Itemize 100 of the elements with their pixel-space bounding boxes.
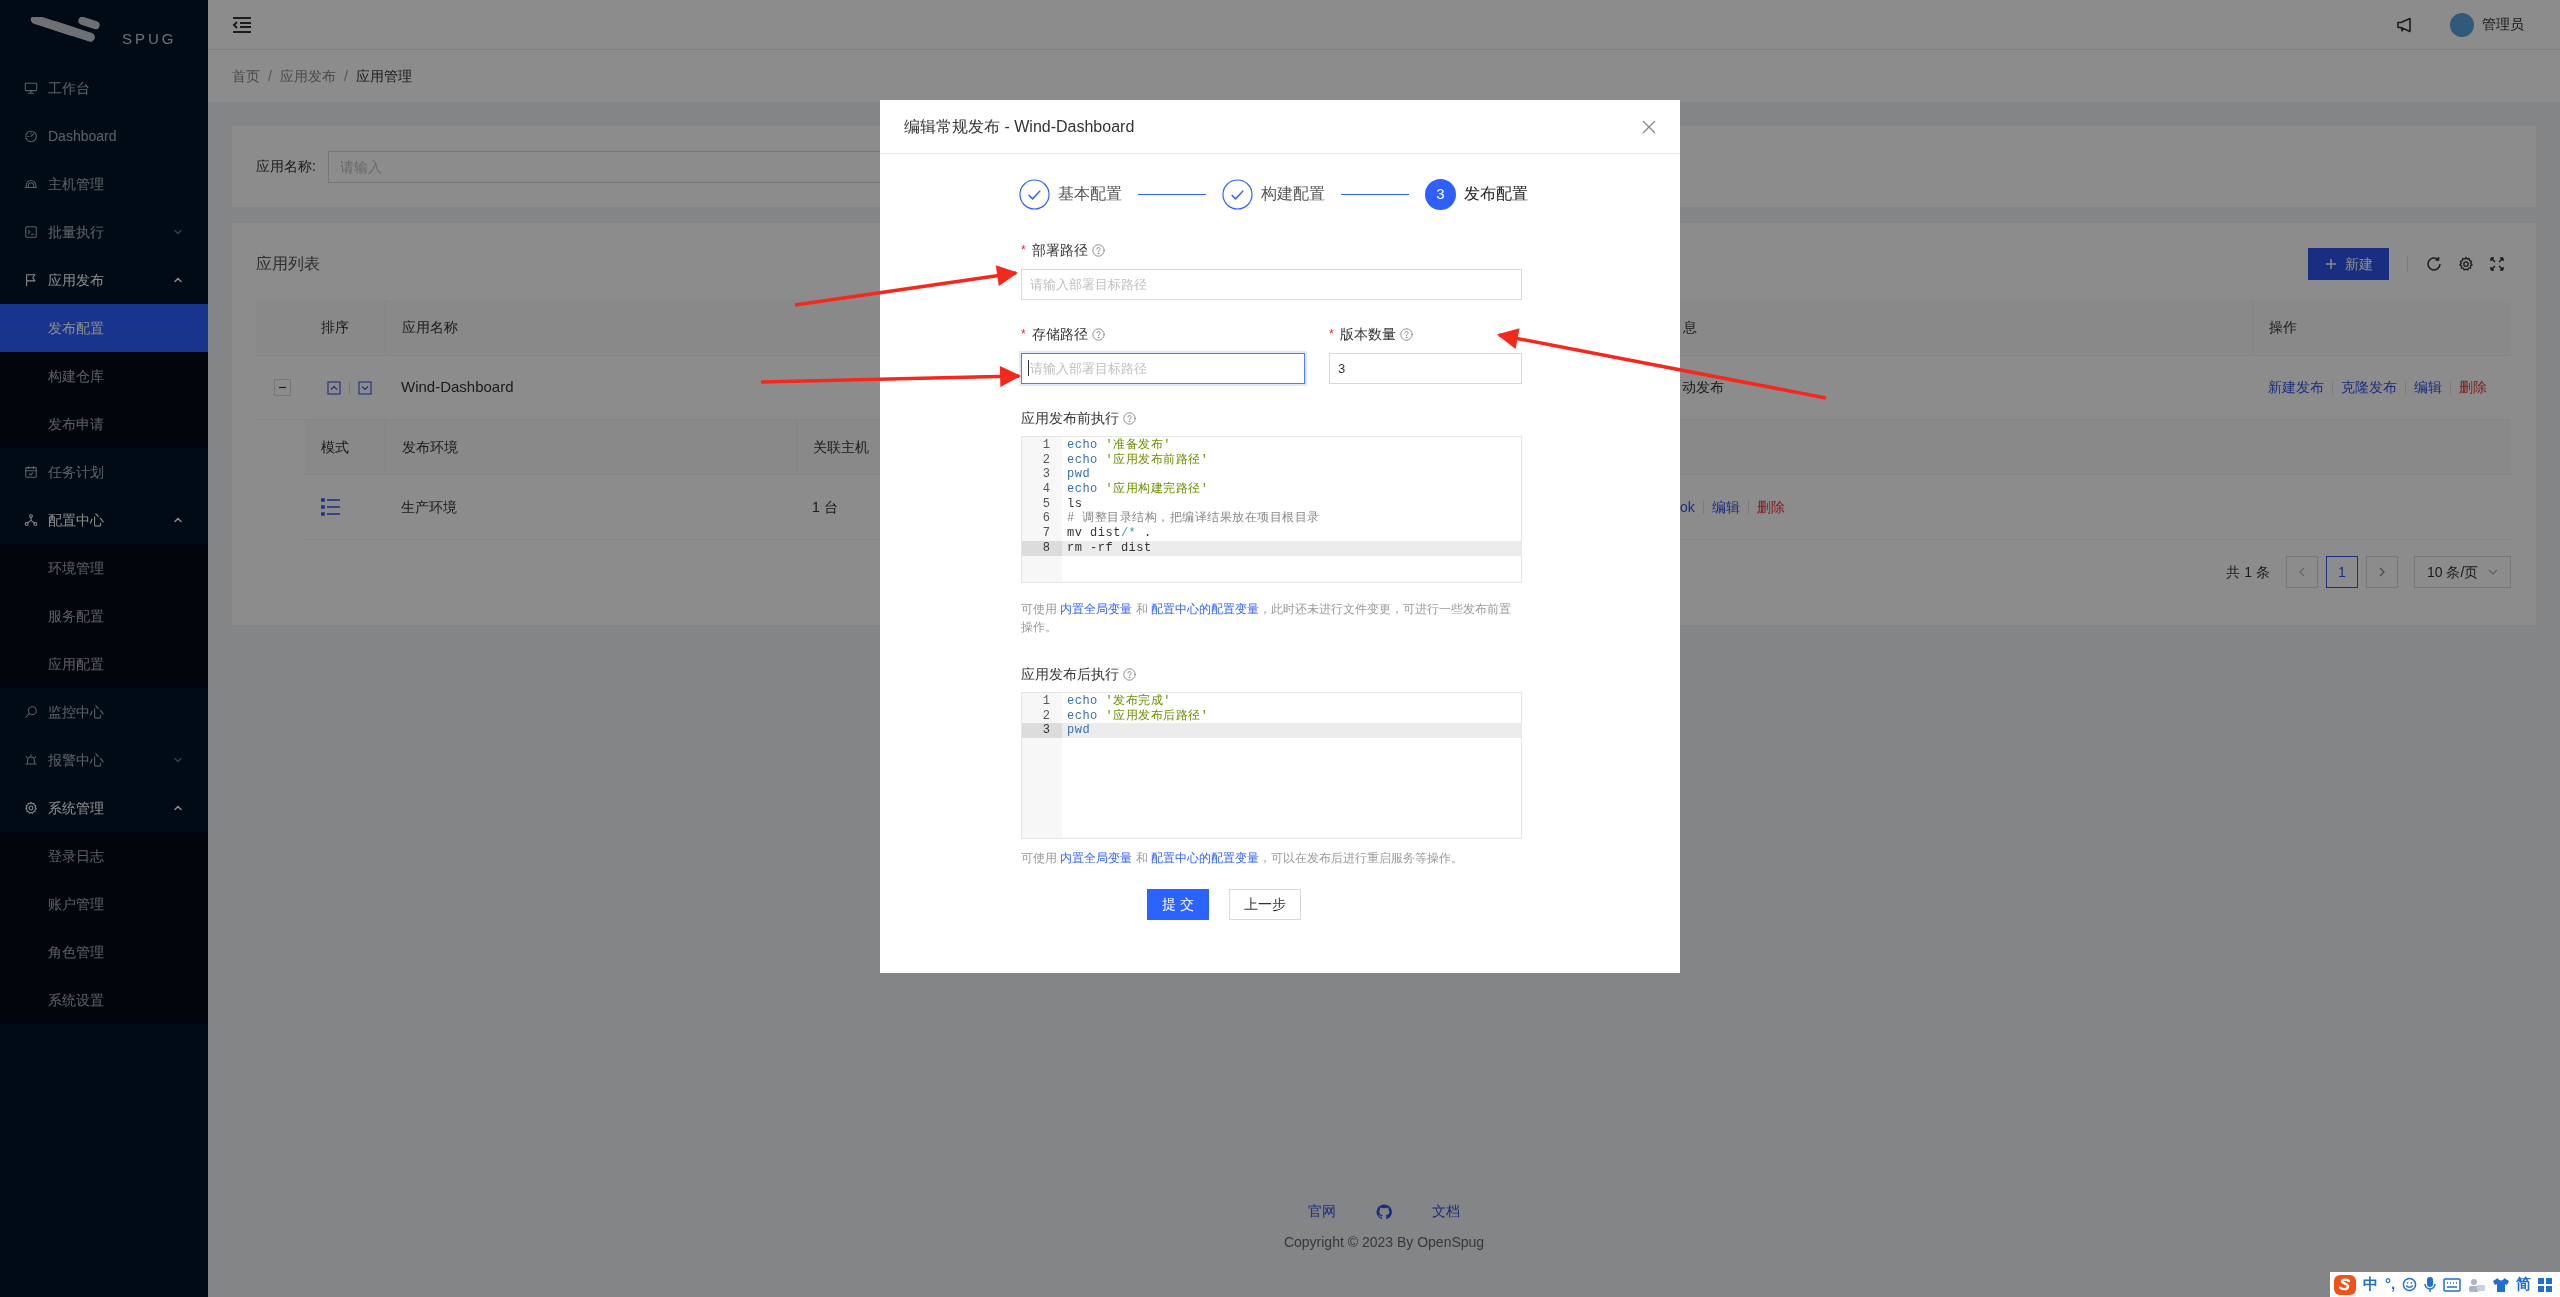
column-header: 应用名称: [402, 318, 458, 337]
line-number: 4: [1041, 482, 1051, 497]
chevron-left-icon: [2297, 567, 2307, 577]
code-line: echo '应用发布前路径': [1066, 452, 1209, 468]
table-cell: 1 台: [812, 498, 838, 515]
menu-item[interactable]: 任务计划: [0, 448, 208, 496]
link[interactable]: 配置中心的配置变量: [1151, 602, 1259, 616]
line-number: 1: [1041, 438, 1051, 453]
menu-item[interactable]: 监控中心: [0, 688, 208, 736]
delete-link[interactable]: 删除: [1756, 496, 1785, 518]
close-icon[interactable]: [1642, 119, 1656, 134]
move-up-icon[interactable]: [327, 380, 341, 395]
breadcrumb-item[interactable]: 应用发布: [279, 65, 336, 87]
footer-link[interactable]: 官网: [1308, 1201, 1336, 1222]
link[interactable]: 内置全局变量: [1060, 602, 1133, 616]
table-cell: 生产环境: [401, 498, 457, 515]
back-button[interactable]: 上一步: [1229, 889, 1301, 920]
table-title: 应用列表: [256, 254, 321, 274]
smiley-icon[interactable]: [2402, 1277, 2418, 1292]
menu-icon[interactable]: [232, 15, 252, 34]
submenu-item[interactable]: 角色管理: [0, 928, 208, 976]
submit-button[interactable]: 提 交: [1147, 889, 1209, 920]
breadcrumb-separator: /: [343, 66, 348, 86]
code-editor[interactable]: 1 echo '准备发布' 2 echo '应用发布前路径' 3 pwd 4 echo '应用构建完路径' 5 ls 6 # 调整目录结构，把编译结果放在项目根目录 7 mv dist/* . 8 rm -rf dist: [1021, 436, 1522, 583]
footer-link[interactable]: 文档: [1432, 1201, 1460, 1222]
new-button[interactable]: 新建: [2308, 248, 2389, 280]
ime-logo-icon[interactable]: [2334, 1274, 2356, 1295]
link[interactable]: 配置中心的配置变量: [1151, 851, 1259, 865]
grid-icon[interactable]: [2538, 1277, 2553, 1292]
help-icon: [1123, 411, 1136, 425]
field-label: 存储路径: [1031, 324, 1088, 344]
step-label: 基本配置: [1058, 184, 1122, 204]
submenu-item[interactable]: 环境管理: [0, 544, 208, 592]
table-cell: Wind-Dashboard: [401, 378, 514, 396]
action-link[interactable]: 克隆发布: [2341, 377, 2397, 398]
refresh-icon[interactable]: [2426, 256, 2442, 272]
submenu-item[interactable]: 应用配置: [0, 640, 208, 688]
step-label: 发布配置: [1464, 184, 1528, 204]
list-icon[interactable]: [321, 498, 341, 516]
fullscreen-icon[interactable]: [2490, 257, 2504, 271]
menu-item[interactable]: 配置中心: [0, 496, 208, 544]
copyright-text: Copyright © 2023 By OpenSpug: [1283, 1233, 1485, 1252]
field-label: 应用发布前执行: [1021, 408, 1119, 428]
code-line: echo '准备发布': [1066, 438, 1171, 453]
settings-icon[interactable]: [2458, 256, 2474, 272]
line-number: 6: [1041, 511, 1051, 527]
menu-item[interactable]: 报警中心: [0, 736, 208, 784]
submenu-item[interactable]: 系统设置: [0, 976, 208, 1024]
required-mark: *: [1329, 326, 1334, 343]
field-label: 版本数量: [1339, 324, 1396, 344]
step-number: 3: [1425, 178, 1456, 210]
action-link[interactable]: 编辑: [1711, 496, 1740, 518]
required-mark: *: [1021, 242, 1026, 259]
code-line: echo '发布完成': [1066, 694, 1171, 709]
collapse-button[interactable]: [274, 379, 291, 396]
github-icon[interactable]: [1376, 1203, 1392, 1220]
submenu-item[interactable]: 构建仓库: [0, 352, 208, 400]
submenu-item[interactable]: 服务配置: [0, 592, 208, 640]
menu-item[interactable]: Dashboard: [0, 112, 208, 160]
submenu-item[interactable]: 账户管理: [0, 880, 208, 928]
submenu-item[interactable]: 发布配置: [0, 304, 208, 352]
line-number: 5: [1041, 496, 1051, 512]
input-field[interactable]: 3: [1329, 353, 1522, 384]
menu-item[interactable]: 系统管理: [0, 784, 208, 832]
microphone-icon[interactable]: [2424, 1276, 2437, 1293]
megaphone-icon[interactable]: [2396, 16, 2414, 33]
submenu-item[interactable]: 发布申请: [0, 400, 208, 448]
column-header: 发布环境: [402, 437, 458, 457]
code-line: mv dist/* .: [1066, 526, 1152, 541]
link[interactable]: 内置全局变量: [1060, 851, 1133, 865]
menu-item[interactable]: 主机管理: [0, 160, 208, 208]
code-line: echo '应用发布后路径': [1066, 708, 1209, 724]
delete-link[interactable]: 删除: [2459, 377, 2487, 398]
code-line: # 调整目录结构，把编译结果放在项目根目录: [1066, 511, 1320, 527]
keyboard-icon[interactable]: [2443, 1277, 2462, 1292]
shirt-icon[interactable]: [2493, 1277, 2510, 1292]
code-editor[interactable]: 1 echo '发布完成' 2 echo '应用发布后路径' 3 pwd: [1021, 692, 1522, 839]
ime-charset[interactable]: 简: [2516, 1273, 2532, 1296]
chevron-down-icon: [2488, 567, 2498, 577]
menu-item[interactable]: 批量执行: [0, 208, 208, 256]
avatar[interactable]: [2450, 12, 2474, 37]
breadcrumb-separator: /: [268, 66, 272, 86]
move-down-icon[interactable]: [358, 380, 372, 395]
ime-punctuation[interactable]: °,: [2385, 1273, 2396, 1296]
action-link[interactable]: 编辑: [2414, 377, 2442, 398]
column-header: 排序: [321, 318, 349, 337]
code-line: pwd: [1066, 723, 1091, 739]
user-name[interactable]: 管理员: [2482, 14, 2524, 35]
page-button[interactable]: 1: [2326, 556, 2358, 588]
submenu-item[interactable]: 登录日志: [0, 832, 208, 880]
menu-item[interactable]: 应用发布: [0, 256, 208, 304]
action-link[interactable]: ok: [1680, 496, 1695, 518]
page-size-select[interactable]: 10 条/页: [2414, 556, 2511, 588]
ime-mode[interactable]: 中: [2363, 1273, 2378, 1296]
people-icon[interactable]: [2468, 1277, 2487, 1292]
menu-item[interactable]: 工作台: [0, 64, 208, 112]
input-field[interactable]: 请输入部署目标路径: [1021, 353, 1305, 384]
action-link[interactable]: 新建发布: [2268, 377, 2324, 398]
breadcrumb-item[interactable]: 首页: [232, 65, 260, 87]
plus-icon: [2324, 258, 2337, 270]
